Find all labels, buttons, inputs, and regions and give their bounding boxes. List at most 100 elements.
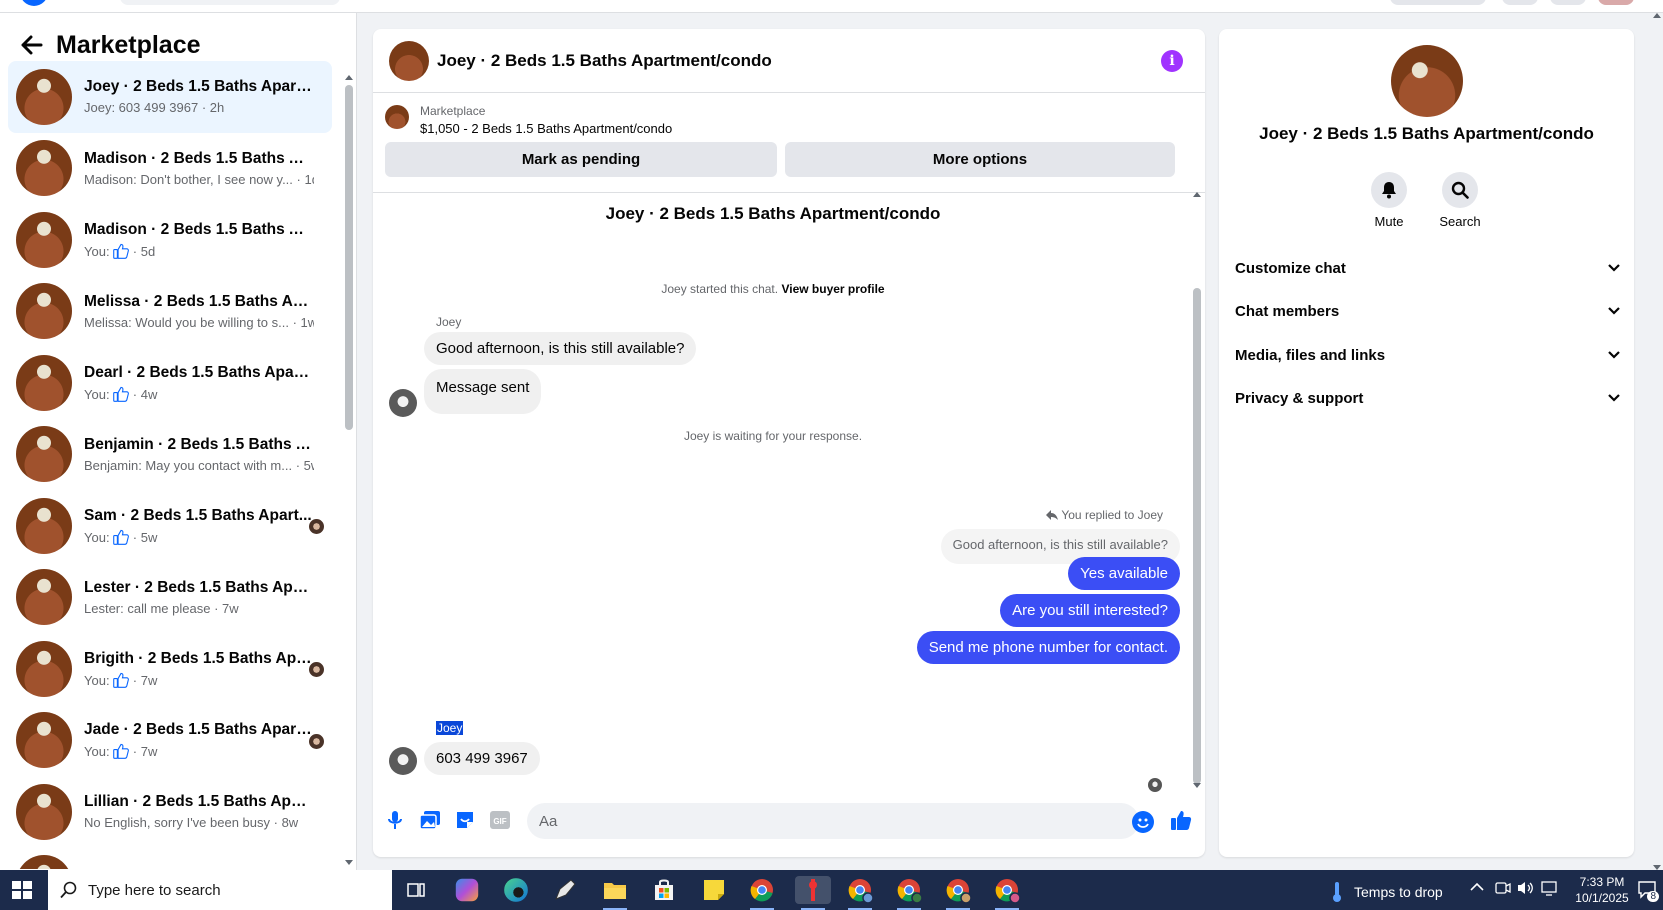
sender-name: Joey: [436, 721, 464, 735]
conversation-item[interactable]: Madison · 2 Beds 1.5 Baths Apar... You: ·…: [8, 204, 332, 276]
top-menu-pill[interactable]: [1390, 0, 1486, 5]
chevron-up-icon[interactable]: [1470, 880, 1484, 895]
customize-chat-section[interactable]: Customize chat: [1235, 253, 1620, 283]
scroll-up-arrow-icon[interactable]: [1653, 13, 1661, 18]
privacy-support-section[interactable]: Privacy & support: [1235, 383, 1620, 413]
mute-label: Mute: [1374, 214, 1404, 229]
conversation-item[interactable]: Sam · 2 Beds 1.5 Baths Apart... You: · 5w: [8, 490, 332, 562]
outgoing-message[interactable]: Send me phone number for contact.: [916, 631, 1180, 664]
microsoft-store-icon[interactable]: [650, 876, 678, 904]
chat-members-section[interactable]: Chat members: [1235, 296, 1620, 326]
sender-avatar[interactable]: [389, 747, 417, 775]
top-navbar: [0, 0, 1663, 13]
top-messenger-button[interactable]: [1550, 0, 1586, 5]
conversation-name: Joey · 2 Beds 1.5 Baths Apartme...: [84, 78, 314, 96]
scroll-up-arrow-icon[interactable]: [345, 75, 353, 80]
page-scrollbar[interactable]: [1651, 13, 1663, 870]
taskbar-search-input[interactable]: [88, 881, 378, 899]
conversation-thumbnail: [16, 640, 72, 697]
system-clock[interactable]: 7:33 PM 10/1/2025: [1571, 874, 1633, 906]
sticky-notes-icon[interactable]: [700, 876, 728, 904]
view-buyer-profile-link[interactable]: View buyer profile: [781, 282, 884, 296]
top-search-pill[interactable]: [120, 0, 340, 5]
conversation-item[interactable]: Lester · 2 Beds 1.5 Baths Apartm... Leste…: [8, 562, 332, 634]
conversation-thumbnail: [16, 68, 72, 125]
chat-window: Joey · 2 Beds 1.5 Baths Apartment/condo …: [373, 29, 1205, 857]
media-files-links-section[interactable]: Media, files and links: [1235, 340, 1620, 370]
copilot-icon[interactable]: [455, 878, 479, 902]
chrome-profile-icon[interactable]: [846, 876, 874, 910]
notifications-icon[interactable]: 8: [1637, 879, 1659, 902]
emoji-icon[interactable]: [1132, 811, 1154, 833]
info-icon[interactable]: i: [1161, 50, 1183, 72]
edge-browser-icon[interactable]: [504, 878, 528, 902]
chat-title[interactable]: Joey · 2 Beds 1.5 Baths Apartment/condo: [437, 51, 772, 71]
listing-price[interactable]: $1,050 - 2 Beds 1.5 Baths Apartment/cond…: [420, 121, 672, 136]
mark-as-pending-button[interactable]: Mark as pending: [385, 142, 777, 177]
chrome-icon[interactable]: [748, 876, 776, 910]
top-menu-button[interactable]: [1502, 0, 1538, 5]
conversation-item[interactable]: Dearl · 2 Beds 1.5 Baths Apartme... You: …: [8, 347, 332, 419]
scroll-up-arrow-icon[interactable]: [1193, 192, 1201, 197]
network-icon[interactable]: [1541, 880, 1559, 899]
outgoing-message[interactable]: Are you still interested?: [1000, 594, 1180, 627]
chrome-profile-icon[interactable]: [993, 876, 1021, 910]
chat-scrollbar[interactable]: [1193, 192, 1201, 788]
file-explorer-icon[interactable]: [601, 876, 629, 910]
chrome-profile-icon[interactable]: [895, 876, 923, 910]
weather-widget[interactable]: Temps to drop: [1330, 881, 1443, 903]
conversation-item[interactable]: Brigith · 2 Beds 1.5 Baths Apar... You: ·…: [8, 633, 332, 705]
conversation-preview: Benjamin: May you contact with m... · 5w: [84, 458, 314, 473]
chevron-down-icon: [1608, 394, 1620, 402]
volume-icon[interactable]: [1517, 880, 1535, 899]
sidebar-scrollbar[interactable]: [345, 75, 353, 865]
conversation-item[interactable]: Lillian · 2 Beds 1.5 Baths Apartm... No E…: [8, 776, 332, 848]
conversation-item[interactable]: Benjamin · 2 Beds 1.5 Baths Apa... Benjam…: [8, 419, 332, 491]
preview-suffix: · 7w: [129, 672, 158, 688]
scrollbar-thumb[interactable]: [345, 85, 353, 430]
incoming-message[interactable]: Good afternoon, is this still available?: [424, 332, 697, 365]
chat-avatar[interactable]: [389, 40, 429, 81]
message-composer: GIF: [373, 787, 1205, 857]
like-thumb-icon: [113, 243, 130, 259]
like-thumb-icon[interactable]: [1168, 807, 1194, 833]
listing-avatar[interactable]: [1391, 45, 1463, 117]
more-options-button[interactable]: More options: [785, 142, 1175, 177]
preview-text: Lester: call me please · 7w: [84, 600, 239, 616]
chrome-profile-icon[interactable]: [944, 876, 972, 910]
incoming-message[interactable]: Message sent: [424, 369, 542, 414]
facebook-logo-icon[interactable]: [20, 0, 48, 6]
taskbar-search[interactable]: [48, 870, 392, 910]
conversation-item[interactable]: Madison · 2 Beds 1.5 Baths Apar... Madiso…: [8, 133, 332, 205]
windows-start-icon[interactable]: [12, 881, 32, 899]
active-app-icon[interactable]: [795, 876, 831, 910]
sticker-icon[interactable]: [452, 807, 478, 833]
photo-icon[interactable]: [417, 807, 443, 833]
sender-avatar[interactable]: [389, 389, 417, 417]
incoming-message[interactable]: 603 499 3967: [424, 742, 540, 775]
bell-icon[interactable]: [1371, 172, 1407, 208]
pen-tool-icon[interactable]: [551, 876, 579, 904]
back-arrow-icon[interactable]: [18, 31, 46, 59]
gif-icon[interactable]: GIF: [487, 807, 513, 833]
message-input[interactable]: [527, 803, 1139, 839]
conversation-preview: Madison: Don't bother, I see now y... · …: [84, 172, 314, 187]
search-icon[interactable]: [1442, 172, 1478, 208]
conversation-item[interactable]: Brian · 2 Beds 1.5 Baths Apartme...: [8, 848, 332, 869]
conversation-item[interactable]: Melissa · 2 Beds 1.5 Baths Apart... Melis…: [8, 276, 332, 348]
conversation-item[interactable]: Jade · 2 Beds 1.5 Baths Apart... You: · 7…: [8, 705, 332, 777]
microphone-icon[interactable]: [382, 807, 408, 833]
search-button[interactable]: Search: [1425, 172, 1495, 229]
outgoing-message[interactable]: Yes available: [1068, 557, 1180, 590]
scroll-down-arrow-icon[interactable]: [345, 860, 353, 865]
meet-now-icon[interactable]: [1495, 880, 1511, 899]
task-view-icon[interactable]: [402, 876, 430, 904]
listing-thumbnail[interactable]: [385, 105, 409, 129]
conversation-item[interactable]: Joey · 2 Beds 1.5 Baths Apartme... Joey: …: [8, 61, 332, 133]
conversation-thumbnail: [16, 354, 72, 411]
section-label: Privacy & support: [1235, 389, 1364, 407]
preview-suffix: · 7w: [129, 744, 158, 760]
profile-avatar[interactable]: [1598, 0, 1634, 5]
mute-button[interactable]: Mute: [1354, 172, 1424, 229]
scrollbar-thumb[interactable]: [1193, 288, 1201, 784]
